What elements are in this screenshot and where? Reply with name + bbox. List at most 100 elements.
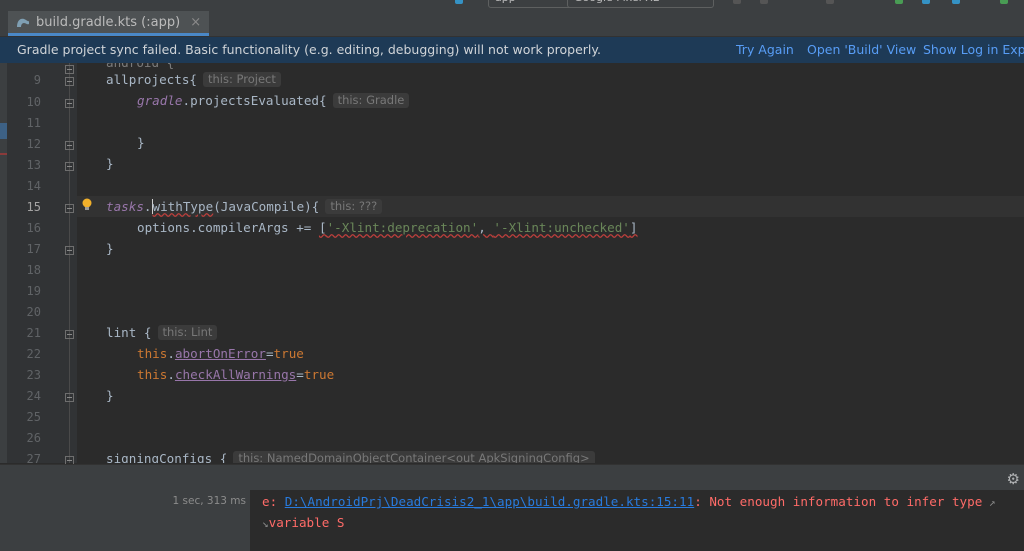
code-line-15: tasks.withType(JavaCompile){this: ??? <box>106 199 383 214</box>
build-tree[interactable]: 1 sec, 313 ms <box>0 490 250 551</box>
gradle-file-icon <box>17 18 29 27</box>
code-text: lint { <box>106 325 152 340</box>
project-tool-button[interactable] <box>0 123 7 139</box>
code-editor[interactable]: android { allprojects{ this: Project grad… <box>77 63 1024 463</box>
code-line-27: signingConfigs { this: NamedDomainObjectC… <box>106 451 595 463</box>
show-log-link[interactable]: Show Log in Explo <box>923 42 1024 57</box>
code-field: checkAllWarnings <box>174 367 297 382</box>
fold-toggle-icon[interactable] <box>65 77 74 86</box>
line-number: 14 <box>26 179 41 193</box>
fold-toggle-icon[interactable] <box>65 330 74 339</box>
error-message-continued: variable S <box>268 515 345 530</box>
code-line-24: } <box>106 388 114 403</box>
try-again-link[interactable]: Try Again <box>736 42 794 57</box>
fold-toggle-icon[interactable] <box>65 162 74 171</box>
tab-build-gradle-kts[interactable]: build.gradle.kts (:app) × <box>8 11 210 36</box>
line-number: 10 <box>26 95 41 109</box>
code-keyword: this <box>137 367 168 382</box>
line-number: 21 <box>26 326 41 340</box>
run-config-select[interactable]: app <box>488 0 572 8</box>
fold-toggle-icon[interactable] <box>65 204 74 213</box>
inlay-hint: this: Lint <box>157 325 218 340</box>
line-number: 16 <box>26 221 41 235</box>
sync-icon[interactable] <box>895 0 903 4</box>
lightbulb-icon[interactable] <box>82 198 92 211</box>
code-text-error: , <box>478 220 494 235</box>
fold-toggle-icon[interactable] <box>65 99 74 108</box>
code-keyword: this <box>137 346 168 361</box>
code-line-22: this.abortOnError=true <box>137 346 304 361</box>
avd-icon[interactable] <box>922 0 930 4</box>
code-line-21: lint { this: Lint <box>106 325 218 340</box>
code-text: allprojects{ <box>106 72 197 87</box>
build-panel-header: ⚙ <box>0 464 1024 491</box>
editor-tab-bar: build.gradle.kts (:app) × <box>0 8 1024 37</box>
code-string: '-Xlint:deprecation' <box>326 220 479 235</box>
code-text: . <box>143 199 152 214</box>
line-number: 24 <box>26 389 41 403</box>
editor-gutter: 9 10 11 12 13 14 15 16 17 18 19 20 21 22… <box>7 63 77 466</box>
build-duration: 1 sec, 313 ms <box>172 495 246 507</box>
line-number: 11 <box>26 116 41 130</box>
code-text-error: withType <box>151 199 214 214</box>
fold-toggle-icon[interactable] <box>65 246 74 255</box>
error-line-continuation: ↘variable S <box>262 515 344 530</box>
sdk-manager-icon[interactable] <box>952 0 960 4</box>
code-string: '-Xlint:unchecked' <box>493 220 630 235</box>
error-line: e: D:\AndroidPrj\DeadCrisis2_1\app\build… <box>262 494 996 509</box>
build-output-console[interactable]: e: D:\AndroidPrj\DeadCrisis2_1\app\build… <box>250 490 1024 551</box>
line-number: 25 <box>26 410 41 424</box>
close-tab-icon[interactable]: × <box>190 15 201 30</box>
line-number: 19 <box>26 284 41 298</box>
line-number: 23 <box>26 368 41 382</box>
code-text: (JavaCompile){ <box>213 199 320 214</box>
debug-icon[interactable] <box>760 0 768 4</box>
inlay-hint: this: ??? <box>325 199 383 214</box>
main-toolbar: app Google Pixel XL <box>0 0 1024 8</box>
search-icon[interactable] <box>1000 0 1008 4</box>
gear-icon[interactable]: ⚙ <box>1007 470 1020 488</box>
line-number: 17 <box>26 242 41 256</box>
fold-toggle-icon[interactable] <box>65 65 74 74</box>
fold-toggle-icon[interactable] <box>65 141 74 150</box>
line-number: 20 <box>26 305 41 319</box>
code-text: . <box>167 346 175 361</box>
code-line-8-partial: android { <box>106 63 174 70</box>
code-text-error: [ <box>318 220 327 235</box>
code-line-17: } <box>106 241 114 256</box>
code-keyword: true <box>303 367 335 382</box>
line-number: 26 <box>26 431 41 445</box>
fold-toggle-icon[interactable] <box>65 393 74 402</box>
error-stripe-marker <box>0 153 7 155</box>
banner-message: Gradle project sync failed. Basic functi… <box>17 42 601 57</box>
profile-icon[interactable] <box>826 0 834 4</box>
fold-guide-line <box>69 63 70 463</box>
code-text: options.compilerArgs += <box>137 220 319 235</box>
open-build-view-link[interactable]: Open 'Build' View <box>807 42 916 57</box>
inlay-hint: this: Gradle <box>332 93 410 108</box>
code-text: = <box>265 346 274 361</box>
code-text: . <box>167 367 175 382</box>
line-number-current: 15 <box>26 200 41 214</box>
line-number: 22 <box>26 347 41 361</box>
soft-wrap-icon: ↘ <box>262 517 269 530</box>
inlay-hint: this: Project <box>203 72 281 87</box>
error-prefix: e: <box>262 494 285 509</box>
run-icon[interactable] <box>733 0 741 4</box>
sdk-icon[interactable] <box>455 0 463 4</box>
tab-label: build.gradle.kts (:app) <box>36 14 181 30</box>
code-line-10: gradle.projectsEvaluated{this: Gradle <box>137 93 410 108</box>
code-keyword: true <box>273 346 304 361</box>
error-file-link[interactable]: D:\AndroidPrj\DeadCrisis2_1\app\build.gr… <box>285 494 694 509</box>
soft-wrap-icon: ↗ <box>982 496 996 509</box>
sync-failed-banner: Gradle project sync failed. Basic functi… <box>0 37 1024 63</box>
code-text-error: ] <box>629 220 638 235</box>
line-number: 9 <box>33 73 41 87</box>
code-line-9: allprojects{ this: Project <box>106 72 281 87</box>
code-line-23: this.checkAllWarnings=true <box>137 367 334 382</box>
inlay-hint: this: NamedDomainObjectContainer<out Apk… <box>233 451 595 463</box>
line-number: 13 <box>26 158 41 172</box>
code-text: signingConfigs { <box>106 451 228 463</box>
code-text: gradle <box>137 93 183 108</box>
device-select[interactable]: Google Pixel XL <box>567 0 714 8</box>
